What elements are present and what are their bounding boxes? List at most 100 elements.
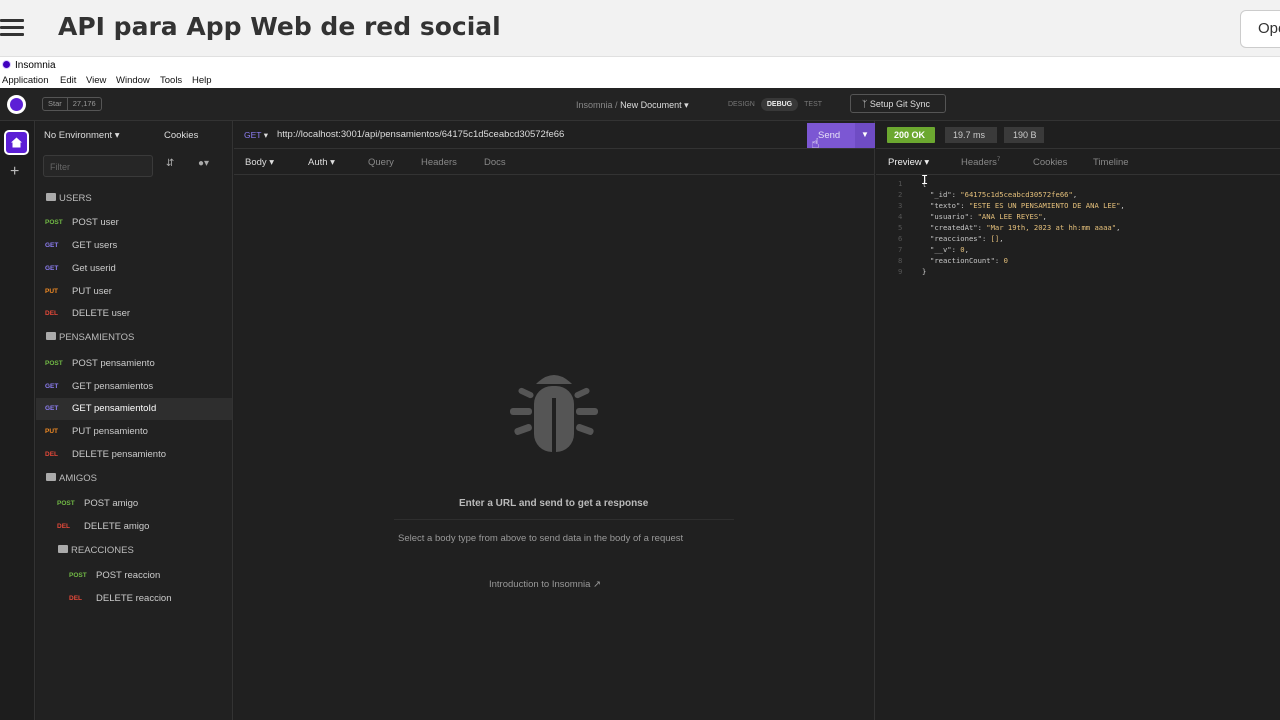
status-badge: 200 OK bbox=[887, 127, 935, 143]
menu-application[interactable]: Application bbox=[2, 75, 48, 86]
insomnia-logo-icon bbox=[2, 60, 11, 69]
line-number: 7 bbox=[898, 245, 903, 254]
request-item[interactable]: PUT PUT user bbox=[36, 281, 232, 303]
menu-window[interactable]: Window bbox=[116, 75, 150, 86]
code-line: 7 "__v": 0, bbox=[876, 245, 1280, 256]
menu-view[interactable]: View bbox=[86, 75, 106, 86]
add-project-icon[interactable]: + bbox=[10, 163, 19, 181]
tab-headers[interactable]: Headers bbox=[421, 157, 457, 168]
method-badge: GET bbox=[45, 242, 59, 249]
sort-icon[interactable]: ⇵ bbox=[166, 158, 174, 169]
request-item[interactable]: GET GET users bbox=[36, 235, 232, 257]
git-branch-icon: ᛉ bbox=[862, 99, 868, 109]
method-label: GET bbox=[244, 130, 262, 140]
url-input[interactable]: http://localhost:3001/api/pensamientos/6… bbox=[277, 129, 564, 140]
line-number: 8 bbox=[898, 256, 903, 265]
hamburger-menu-icon[interactable] bbox=[0, 19, 24, 37]
left-rail: + bbox=[0, 121, 35, 720]
method-badge: DEL bbox=[45, 310, 58, 317]
url-bar: GET ▾ http://localhost:3001/api/pensamie… bbox=[234, 121, 875, 151]
github-star-label: Star bbox=[48, 99, 62, 108]
tab-response-cookies[interactable]: Cookies bbox=[1033, 157, 1067, 168]
request-label: DELETE pensamiento bbox=[72, 449, 166, 460]
line-number: 4 bbox=[898, 212, 903, 221]
code-line: 6 "reacciones": [], bbox=[876, 234, 1280, 245]
request-label: Get userid bbox=[72, 263, 116, 274]
menu-help[interactable]: Help bbox=[192, 75, 212, 86]
folder-item[interactable]: USERS bbox=[36, 188, 232, 210]
introduction-link[interactable]: Introduction to Insomnia ↗ bbox=[489, 579, 601, 590]
request-item[interactable]: DEL DELETE pensamiento bbox=[36, 444, 232, 466]
document-selector[interactable]: New Document bbox=[620, 100, 682, 110]
insomnia-logo-icon[interactable] bbox=[7, 95, 26, 114]
environment-selector[interactable]: No Environment ▾ bbox=[44, 130, 120, 141]
method-badge: GET bbox=[45, 383, 59, 390]
request-item[interactable]: DEL DELETE amigo bbox=[36, 516, 232, 538]
request-item[interactable]: PUT PUT pensamiento bbox=[36, 421, 232, 443]
tab-test[interactable]: TEST bbox=[798, 98, 828, 111]
open-button[interactable]: Ope bbox=[1240, 10, 1280, 48]
folder-item[interactable]: PENSAMIENTOS bbox=[36, 327, 232, 349]
request-item[interactable]: POST POST user bbox=[36, 212, 232, 234]
folder-label: REACCIONES bbox=[71, 545, 134, 556]
code-text: "texto": "ESTE ES UN PENSAMIENTO DE ANA … bbox=[930, 201, 1125, 210]
tab-debug[interactable]: DEBUG bbox=[760, 98, 799, 111]
add-request-dropdown-icon[interactable]: ●▾ bbox=[198, 158, 209, 169]
method-badge: DEL bbox=[57, 523, 70, 530]
request-label: PUT pensamiento bbox=[72, 426, 148, 437]
code-line: 8 "reactionCount": 0 bbox=[876, 256, 1280, 267]
setup-git-sync-button[interactable]: ᛉ Setup Git Sync bbox=[850, 94, 946, 113]
request-tabs: Body ▾ Auth ▾ Query Headers Docs bbox=[234, 149, 875, 175]
code-text: "_id": "64175c1d5ceabcd30572fe66", bbox=[930, 190, 1078, 199]
tab-docs[interactable]: Docs bbox=[484, 157, 506, 168]
home-button[interactable] bbox=[4, 130, 29, 155]
cookies-button[interactable]: Cookies bbox=[164, 130, 198, 141]
method-selector[interactable]: GET ▾ bbox=[244, 130, 268, 141]
method-badge: POST bbox=[45, 219, 63, 226]
request-item[interactable]: DEL DELETE reaccion bbox=[36, 588, 232, 610]
tab-timeline[interactable]: Timeline bbox=[1093, 157, 1129, 168]
filter-input[interactable]: Filter bbox=[43, 155, 153, 177]
request-item[interactable]: POST POST reaccion bbox=[36, 565, 232, 587]
request-item[interactable]: POST POST amigo bbox=[36, 493, 232, 515]
request-label: POST user bbox=[72, 217, 119, 228]
folder-item[interactable]: AMIGOS bbox=[36, 468, 232, 490]
tab-query[interactable]: Query bbox=[368, 157, 394, 168]
menu-edit[interactable]: Edit bbox=[60, 75, 76, 86]
folder-item[interactable]: REACCIONES bbox=[36, 540, 232, 562]
menu-tools[interactable]: Tools bbox=[160, 75, 182, 86]
tab-body[interactable]: Body ▾ bbox=[245, 157, 274, 168]
code-line: 3 "texto": "ESTE ES UN PENSAMIENTO DE ANA… bbox=[876, 201, 1280, 212]
tab-preview[interactable]: Preview ▾ bbox=[888, 157, 929, 168]
request-item[interactable]: DEL DELETE user bbox=[36, 303, 232, 325]
code-line: 5 "createdAt": "Mar 19th, 2023 at hh:mm a… bbox=[876, 223, 1280, 234]
line-number: 3 bbox=[898, 201, 903, 210]
chevron-down-icon: ▾ bbox=[263, 130, 268, 140]
request-label: DELETE amigo bbox=[84, 521, 150, 532]
code-line: 2 "_id": "64175c1d5ceabcd30572fe66", bbox=[876, 190, 1280, 201]
method-badge: POST bbox=[45, 360, 63, 367]
send-options-chevron-icon[interactable]: ▼ bbox=[855, 123, 875, 148]
method-badge: GET bbox=[45, 265, 59, 272]
request-item[interactable]: GET GET pensamientoId bbox=[36, 398, 232, 420]
response-time: 19.7 ms bbox=[945, 127, 997, 143]
tab-response-headers[interactable]: Headers7 bbox=[961, 157, 1000, 168]
response-status-bar: 200 OK 19.7 ms 190 B bbox=[876, 121, 1280, 149]
request-item[interactable]: POST POST pensamiento bbox=[36, 353, 232, 375]
code-text: "__v": 0, bbox=[930, 245, 969, 254]
sidebar: No Environment ▾ Cookies Filter ⇵ ●▾ USE… bbox=[36, 121, 233, 720]
home-icon bbox=[11, 137, 22, 148]
breadcrumb-root[interactable]: Insomnia bbox=[576, 100, 613, 110]
code-line: 9} bbox=[876, 267, 1280, 278]
tab-design[interactable]: DESIGN bbox=[722, 98, 761, 111]
request-item[interactable]: GET Get userid bbox=[36, 258, 232, 280]
request-label: DELETE user bbox=[72, 308, 131, 319]
request-item[interactable]: GET GET pensamientos bbox=[36, 376, 232, 398]
chevron-down-icon: ▾ bbox=[684, 100, 689, 110]
method-badge: POST bbox=[57, 500, 75, 507]
github-star-badge[interactable]: Star 27,176 bbox=[42, 97, 102, 111]
tab-auth[interactable]: Auth ▾ bbox=[308, 157, 335, 168]
response-tabs: Preview ▾ Headers7 Cookies Timeline bbox=[876, 149, 1280, 175]
tab-body-label: Body bbox=[245, 157, 267, 168]
code-line: 1{ bbox=[876, 179, 1280, 190]
